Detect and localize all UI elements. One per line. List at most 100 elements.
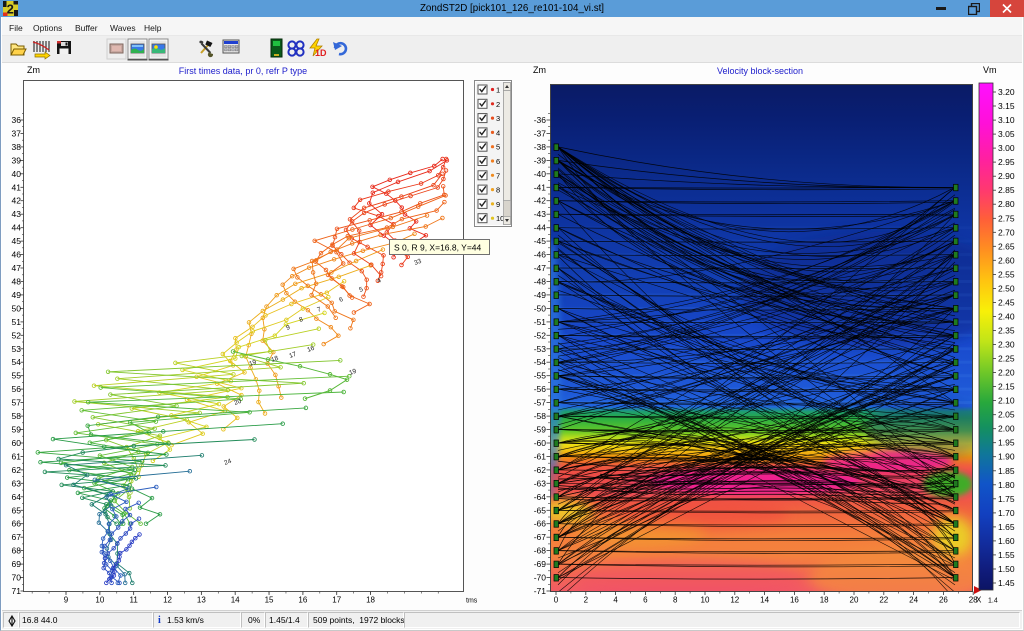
svg-text:-50: -50 xyxy=(534,303,547,313)
svg-text:1: 1 xyxy=(496,86,500,95)
svg-text:1.60: 1.60 xyxy=(998,536,1015,546)
svg-text:15: 15 xyxy=(265,596,274,605)
svg-text:69: 69 xyxy=(12,559,22,569)
svg-text:2.45: 2.45 xyxy=(998,297,1015,307)
svg-text:10: 10 xyxy=(701,596,710,605)
svg-text:45: 45 xyxy=(12,236,22,246)
svg-text:3: 3 xyxy=(496,114,500,123)
svg-text:57: 57 xyxy=(12,398,22,408)
svg-text:14: 14 xyxy=(231,596,240,605)
svg-text:39: 39 xyxy=(12,155,22,165)
svg-text:3.10: 3.10 xyxy=(998,115,1015,125)
svg-text:6: 6 xyxy=(643,596,648,605)
svg-text:9: 9 xyxy=(64,596,69,605)
svg-text:2.50: 2.50 xyxy=(998,283,1015,293)
svg-text:11: 11 xyxy=(130,596,139,605)
svg-text:2.75: 2.75 xyxy=(998,213,1015,223)
svg-text:2.25: 2.25 xyxy=(998,354,1015,364)
svg-text:41: 41 xyxy=(12,182,22,192)
svg-text:-54: -54 xyxy=(534,357,547,367)
svg-text:67: 67 xyxy=(12,532,22,542)
svg-text:38: 38 xyxy=(12,142,22,152)
svg-text:2.90: 2.90 xyxy=(998,171,1015,181)
svg-text:-36: -36 xyxy=(534,115,547,125)
svg-text:10: 10 xyxy=(496,214,504,223)
svg-text:-69: -69 xyxy=(534,559,547,569)
svg-text:-44: -44 xyxy=(534,223,547,233)
svg-text:4: 4 xyxy=(613,596,618,605)
svg-text:44: 44 xyxy=(12,223,22,233)
svg-text:-39: -39 xyxy=(534,155,547,165)
svg-text:2: 2 xyxy=(584,596,589,605)
svg-text:-51: -51 xyxy=(534,317,547,327)
svg-text:63: 63 xyxy=(12,478,22,488)
svg-text:2.95: 2.95 xyxy=(998,157,1015,167)
svg-text:9: 9 xyxy=(496,200,500,209)
svg-text:8: 8 xyxy=(673,596,678,605)
svg-text:43: 43 xyxy=(12,209,22,219)
svg-text:48: 48 xyxy=(12,277,22,287)
svg-text:2.20: 2.20 xyxy=(998,368,1015,378)
svg-text:3.15: 3.15 xyxy=(998,101,1015,111)
svg-text:62: 62 xyxy=(12,465,22,475)
svg-text:10: 10 xyxy=(95,596,104,605)
svg-text:22: 22 xyxy=(879,596,888,605)
svg-text:8: 8 xyxy=(496,186,500,195)
svg-text:-45: -45 xyxy=(534,236,547,246)
svg-text:-37: -37 xyxy=(534,129,547,139)
svg-text:-38: -38 xyxy=(534,142,547,152)
svg-text:65: 65 xyxy=(12,505,22,515)
svg-text:-53: -53 xyxy=(534,344,547,354)
svg-text:2.85: 2.85 xyxy=(998,185,1015,195)
svg-text:1.65: 1.65 xyxy=(998,522,1015,532)
svg-text:18: 18 xyxy=(366,596,375,605)
svg-text:59: 59 xyxy=(12,425,22,435)
svg-text:-61: -61 xyxy=(534,451,547,461)
svg-text:-62: -62 xyxy=(534,465,547,475)
svg-text:2.80: 2.80 xyxy=(998,199,1015,209)
svg-text:-55: -55 xyxy=(534,371,547,381)
svg-text:-67: -67 xyxy=(534,532,547,542)
svg-text:-60: -60 xyxy=(534,438,547,448)
svg-text:1.85: 1.85 xyxy=(998,466,1015,476)
svg-text:40: 40 xyxy=(12,169,22,179)
svg-text:-42: -42 xyxy=(534,196,547,206)
svg-text:1.95: 1.95 xyxy=(998,438,1015,448)
svg-text:1.50: 1.50 xyxy=(998,564,1015,574)
svg-text:54: 54 xyxy=(12,357,22,367)
svg-text:2.05: 2.05 xyxy=(998,410,1015,420)
svg-text:46: 46 xyxy=(12,250,22,260)
svg-text:17: 17 xyxy=(332,596,341,605)
svg-text:1.70: 1.70 xyxy=(998,508,1015,518)
svg-text:42: 42 xyxy=(12,196,22,206)
svg-text:3.20: 3.20 xyxy=(998,87,1015,97)
svg-text:2.10: 2.10 xyxy=(998,396,1015,406)
svg-text:16: 16 xyxy=(298,596,307,605)
svg-text:tms: tms xyxy=(466,598,478,605)
svg-text:S 0, R 9, X=16.8, Y=44: S 0, R 9, X=16.8, Y=44 xyxy=(394,243,482,253)
svg-text:1.55: 1.55 xyxy=(998,550,1015,560)
svg-text:3.00: 3.00 xyxy=(998,143,1015,153)
svg-text:1.4: 1.4 xyxy=(988,598,998,605)
svg-text:1.45: 1.45 xyxy=(998,578,1015,588)
svg-text:Zm: Zm xyxy=(27,65,40,75)
svg-text:50: 50 xyxy=(12,303,22,313)
svg-text:6: 6 xyxy=(496,157,500,166)
svg-text:4: 4 xyxy=(496,128,500,137)
svg-text:53: 53 xyxy=(12,344,22,354)
svg-text:56: 56 xyxy=(12,384,22,394)
svg-text:-65: -65 xyxy=(534,505,547,515)
svg-text:36: 36 xyxy=(12,115,22,125)
svg-text:47: 47 xyxy=(12,263,22,273)
svg-text:2.35: 2.35 xyxy=(998,326,1015,336)
svg-text:58: 58 xyxy=(12,411,22,421)
svg-text:2.55: 2.55 xyxy=(998,269,1015,279)
svg-text:-58: -58 xyxy=(534,411,547,421)
svg-text:2.30: 2.30 xyxy=(998,340,1015,350)
svg-text:-71: -71 xyxy=(534,586,547,596)
svg-text:2.65: 2.65 xyxy=(998,241,1015,251)
svg-text:2.70: 2.70 xyxy=(998,227,1015,237)
svg-text:-43: -43 xyxy=(534,209,547,219)
svg-text:64: 64 xyxy=(12,492,22,502)
svg-text:2: 2 xyxy=(496,100,500,109)
